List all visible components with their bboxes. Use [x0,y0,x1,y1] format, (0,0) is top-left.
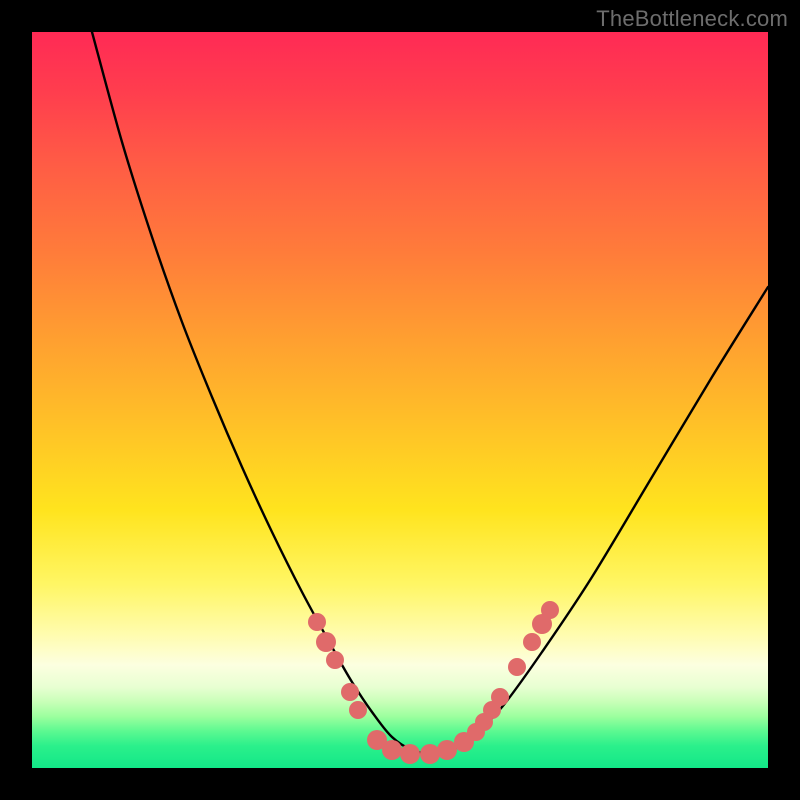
marker-point [400,744,420,764]
marker-point [341,683,359,701]
plot-area [32,32,768,768]
marker-point [508,658,526,676]
marker-point [523,633,541,651]
watermark-text: TheBottleneck.com [596,6,788,32]
marker-point [316,632,336,652]
marker-point [420,744,440,764]
marker-point [541,601,559,619]
chart-svg [32,32,768,768]
marker-point [308,613,326,631]
marker-point [491,688,509,706]
marker-point [326,651,344,669]
marker-point [382,740,402,760]
marker-point [437,740,457,760]
marker-point [349,701,367,719]
bottleneck-curve [92,32,768,754]
chart-frame: TheBottleneck.com [0,0,800,800]
